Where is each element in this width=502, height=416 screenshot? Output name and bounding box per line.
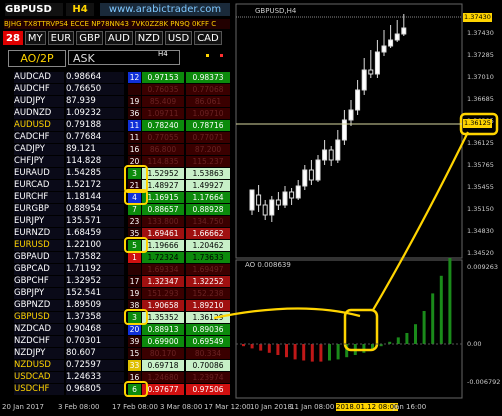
candlesticks bbox=[249, 14, 407, 222]
candle-body bbox=[289, 191, 295, 199]
candle-body bbox=[355, 89, 361, 111]
date-label: 10 Jan 2018 bbox=[250, 403, 292, 411]
candle-body bbox=[269, 199, 275, 216]
candle-body bbox=[308, 169, 314, 181]
ao-bar bbox=[302, 344, 306, 361]
ao-bar bbox=[362, 344, 366, 353]
ao-bar bbox=[285, 344, 288, 358]
price-axis-label: 1.34520 bbox=[467, 249, 494, 257]
ao-bar bbox=[422, 311, 426, 344]
annotation-arrow bbox=[213, 131, 469, 320]
candle-body bbox=[249, 189, 255, 211]
price-axis-label: 1.35765 bbox=[467, 161, 494, 169]
price-axis-label: 1.35455 bbox=[467, 183, 494, 191]
date-label: 11 Jan 08:00 bbox=[290, 403, 335, 411]
ao-bar bbox=[336, 344, 340, 360]
ao-bar bbox=[267, 344, 271, 353]
date-label: 2018.01.12 08:00 bbox=[336, 403, 399, 411]
candle-body bbox=[302, 169, 308, 187]
candle-body bbox=[275, 199, 281, 206]
price-chart bbox=[213, 3, 499, 399]
candle-body bbox=[348, 109, 354, 121]
date-label: 3 Mar 08:00 bbox=[160, 403, 203, 411]
chart-title: GBPUSD,H4 bbox=[255, 7, 297, 15]
candle-body bbox=[388, 39, 394, 47]
date-label: 3 Feb 08:00 bbox=[58, 403, 100, 411]
price-axis-label: 1.34830 bbox=[467, 227, 494, 235]
ao-bar bbox=[310, 344, 314, 362]
candle-body bbox=[295, 185, 301, 199]
candle-body bbox=[315, 159, 321, 181]
date-label: Jan 16:00 bbox=[393, 403, 427, 411]
candle-body bbox=[256, 194, 262, 206]
price-axis-label: 1.36685 bbox=[467, 95, 494, 103]
date-label: 20 Jan 2017 bbox=[2, 403, 44, 411]
candle-body bbox=[322, 149, 328, 161]
ao-axis-label: 0.00 bbox=[467, 340, 482, 348]
candle-body bbox=[335, 139, 341, 161]
ao-bar bbox=[396, 337, 400, 344]
ao-bar bbox=[276, 344, 280, 355]
date-axis: 20 Jan 2017 3 Feb 08:00 17 Feb 08:00 3 Mar … bbox=[0, 400, 502, 416]
price-axis-label: 1.35150 bbox=[467, 205, 494, 213]
candle-body bbox=[368, 69, 374, 75]
ao-axis-label: 0.009263 bbox=[467, 263, 499, 271]
ao-bar bbox=[414, 324, 417, 344]
ao-axis-label: -0.006792 bbox=[467, 378, 501, 386]
candle-body bbox=[341, 119, 347, 141]
ao-bar bbox=[431, 293, 435, 344]
ao-bar bbox=[259, 344, 263, 351]
ao-bar bbox=[405, 333, 409, 344]
candle-body bbox=[361, 69, 367, 91]
ao-bar bbox=[328, 344, 331, 361]
main-chart-frame bbox=[235, 3, 463, 259]
marked-price-tag: 1.36125 bbox=[463, 119, 492, 128]
current-price-tag: 1.37430 bbox=[463, 13, 492, 22]
candle-body bbox=[328, 149, 334, 161]
candle-body bbox=[381, 45, 387, 53]
candle-body bbox=[394, 33, 400, 41]
candle-body bbox=[282, 191, 288, 206]
price-axis-label: 1.37010 bbox=[467, 73, 494, 81]
date-label: 17 Feb 08:00 bbox=[112, 403, 158, 411]
ao-value-label: AO 0.008639 bbox=[245, 261, 291, 269]
ao-bar bbox=[448, 258, 452, 344]
candle-body bbox=[262, 204, 268, 216]
candle-body bbox=[374, 51, 380, 75]
ao-bar bbox=[250, 344, 254, 349]
date-label: 17 Mar 12:00 bbox=[204, 403, 251, 411]
ao-bar bbox=[293, 344, 297, 360]
ao-bar bbox=[439, 275, 443, 344]
candle-body bbox=[401, 27, 407, 35]
price-axis-label: 1.37430 bbox=[467, 29, 494, 37]
price-axis-label: 1.37285 bbox=[467, 51, 494, 59]
price-axis-label: 1.36125 bbox=[467, 139, 494, 147]
ao-bar bbox=[319, 344, 323, 362]
ao-chart-frame bbox=[235, 259, 463, 399]
